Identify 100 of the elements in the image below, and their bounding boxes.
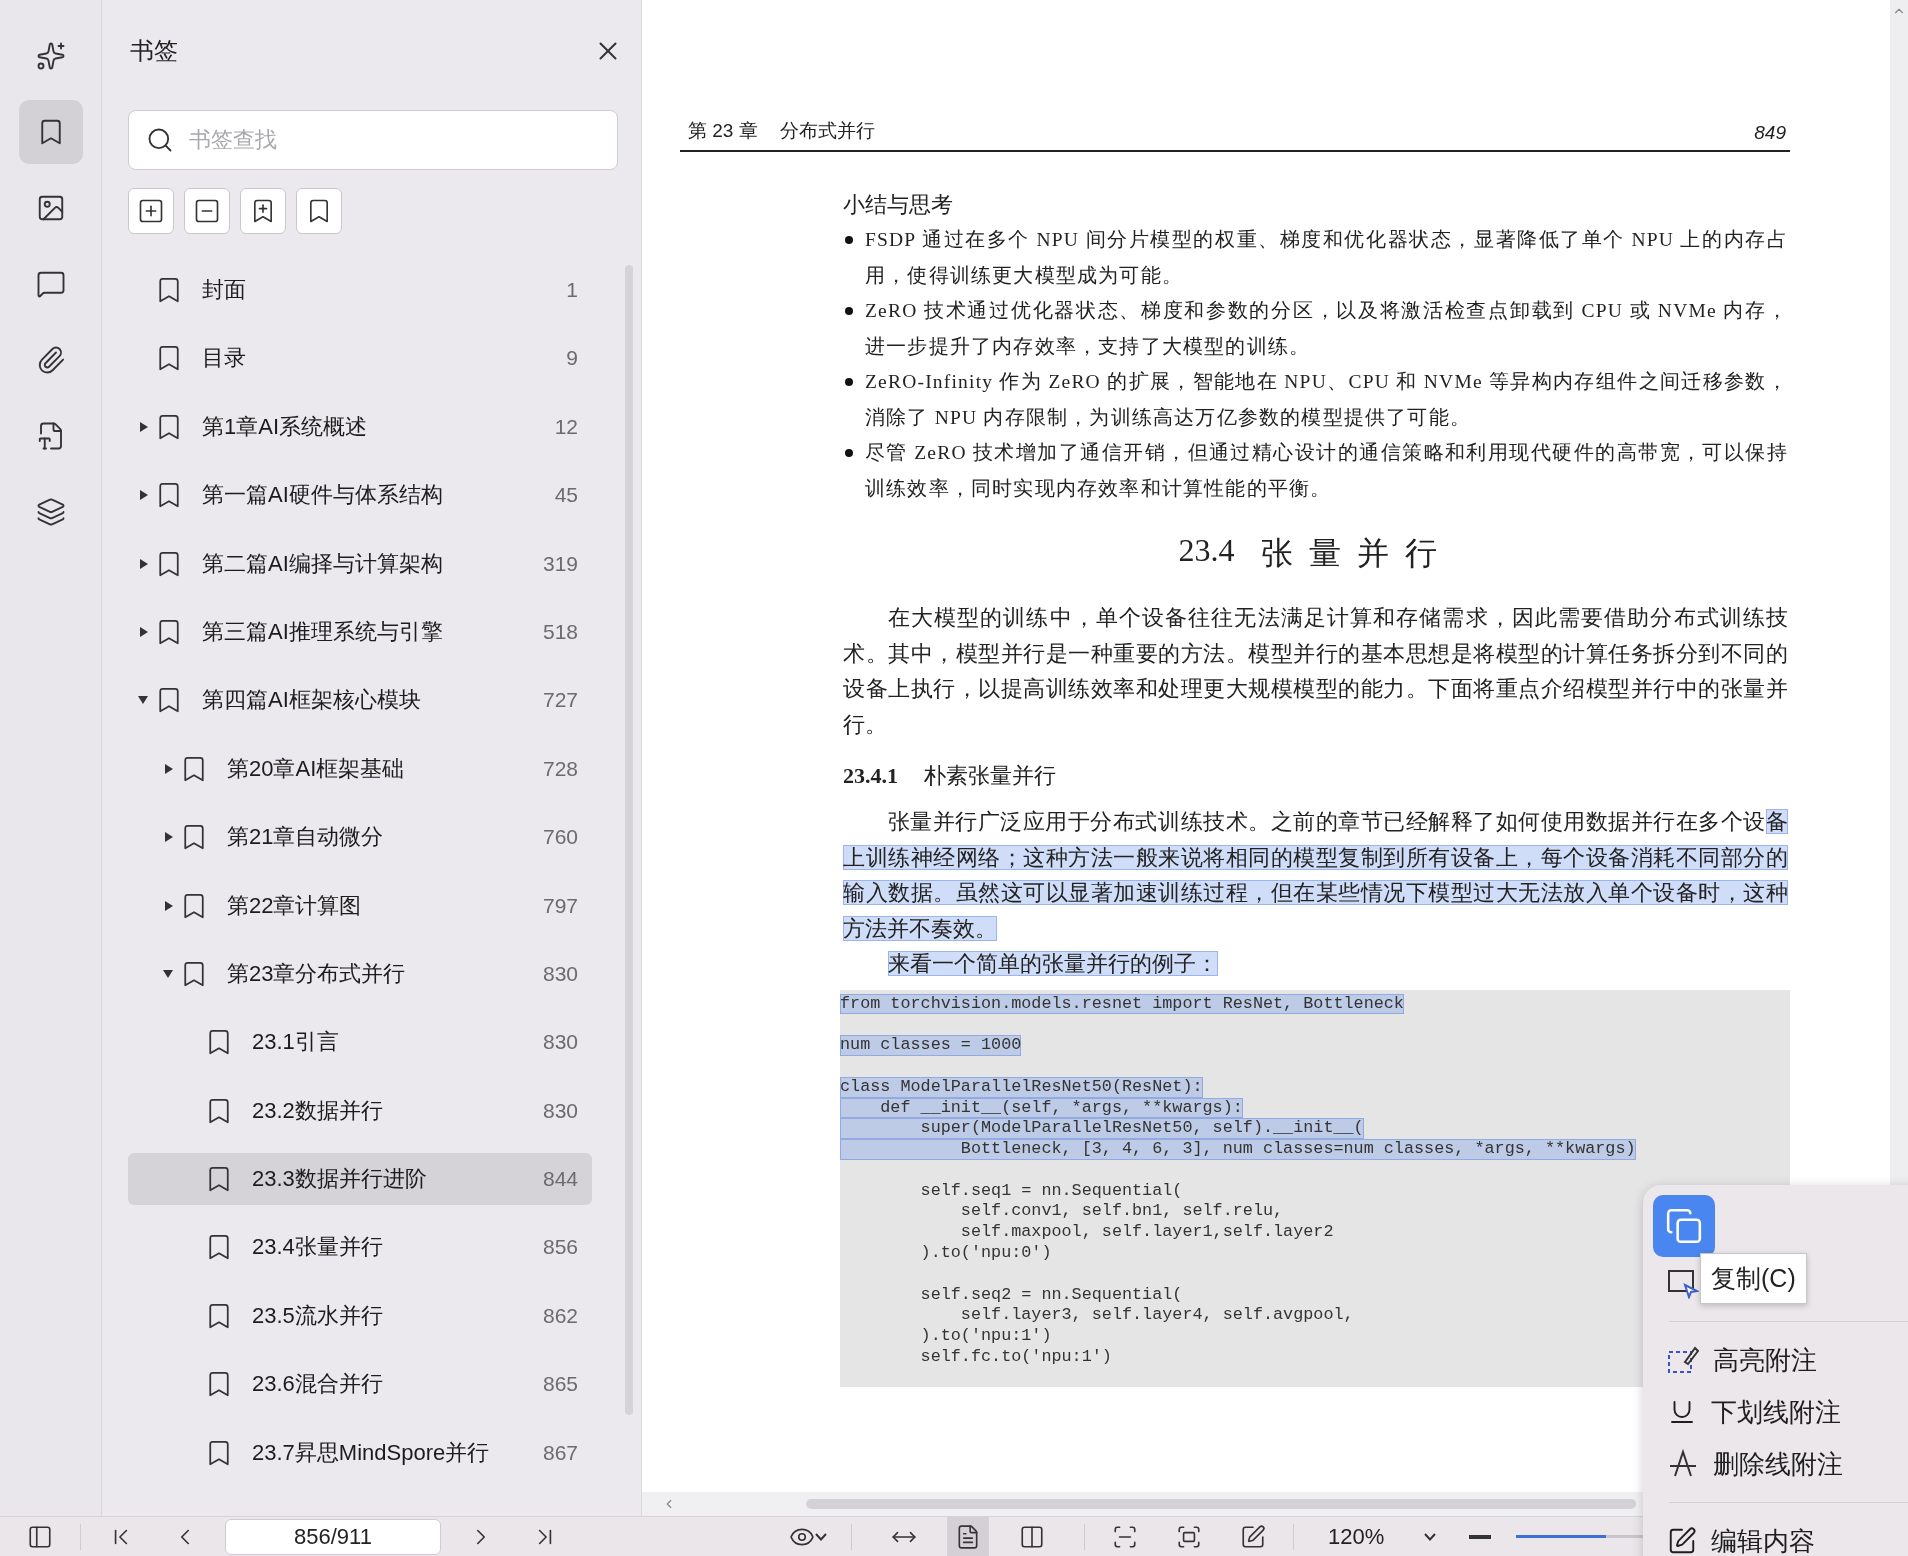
bullet-dot: [845, 236, 853, 244]
bookmark-item[interactable]: 第二篇AI编择与计算架构 319: [128, 537, 592, 590]
bullet-text: FSDP 通过在多个 NPU 间分片模型的权重、梯度和优化器状态，显著降低了单个 NPU 上的内存占用，使得训练更大模型成为可能。: [865, 228, 1788, 288]
select-icon: [1667, 1267, 1699, 1299]
sparkle-icon: [35, 41, 66, 71]
paragraph: 来看一个简单的张量并行的例子：: [886, 950, 1219, 978]
add-bookmark-button[interactable]: [240, 188, 286, 234]
bookmark-item[interactable]: 第21章自动微分 760: [128, 811, 592, 864]
collapse-all-icon: [193, 197, 221, 225]
bookmark-button[interactable]: [296, 188, 342, 234]
code-line: self.seq1 = nn.Sequential(: [919, 1180, 1183, 1202]
page-number: 844: [542, 1167, 578, 1192]
bookmark-label: 23.4张量并行: [252, 1233, 384, 1262]
paragraph: 在大模型的训练中，单个设备往往无法满足计算和存储需求，因此需要借助分布式训练技术。其中，模型并行是一种重要的方法。模型并行的基本思想是将模型的计算任务拆分到不同的设备上执行，以提高训练效率和处理更大规模模型的能力。下面将重点介绍模型并行中的张量并行。: [843, 604, 1788, 739]
bookmark-label: 23.2数据并行: [252, 1096, 384, 1125]
sidebar-icon: [27, 1523, 53, 1550]
page-number: 865: [542, 1372, 578, 1397]
running-header-title: 分布式并行: [779, 119, 876, 143]
expand-all-icon: [137, 197, 165, 225]
bookmark-item[interactable]: 23.5流水并行 862: [128, 1289, 592, 1342]
paragraph: 张量并行广泛应用于分布式训练技术。之前的章节已经解释了如何使用数据并行在多个设备上训练神经网络；这种方法一般来说将相同的模型复制到所有设备上，每个设备消耗不同部分的输入数据。虽然这可以显著加速训练过程，但在某些情况下模型过大无法放入单个设备时，这种方法并不奏效。: [843, 808, 1788, 943]
page-number: 45: [554, 483, 578, 508]
caret-icon: [1424, 1532, 1437, 1541]
subsection-number: 23.4.1: [843, 762, 898, 790]
expand-triangle-icon[interactable]: [165, 832, 173, 843]
bookmark-item[interactable]: 23.3数据并行进阶 844: [128, 1153, 592, 1206]
search-field[interactable]: 书签查找: [128, 110, 618, 170]
comment-icon: [35, 269, 66, 299]
copy-icon: [1665, 1207, 1703, 1245]
menu-item[interactable]: 高亮附注: [1653, 1334, 1908, 1386]
bookmark-item[interactable]: 23.7昇思MindSpore并行 867: [128, 1426, 592, 1479]
caret-icon: [815, 1532, 827, 1541]
page-number: 9: [566, 346, 578, 371]
edit-icon: [1667, 1526, 1697, 1556]
page-number: 797: [542, 893, 578, 918]
page-number: 830: [542, 961, 578, 986]
collapse-all-button[interactable]: [184, 188, 230, 234]
bookmark-label: 目录: [202, 344, 247, 373]
bookmark-item[interactable]: 第20章AI框架基础 728: [128, 742, 592, 795]
page-number: 727: [542, 688, 578, 713]
menu-item[interactable]: 删除线附注: [1653, 1438, 1908, 1490]
expand-triangle-icon[interactable]: [163, 969, 173, 978]
bookmark-item[interactable]: 第1章AI系统概述 12: [128, 400, 592, 453]
code-line: ).to('npu:0'): [919, 1242, 1052, 1264]
expand-triangle-icon[interactable]: [140, 626, 148, 637]
bullet-dot: [845, 307, 853, 315]
bookmark-item[interactable]: 23.4张量并行 856: [128, 1221, 592, 1274]
bookmark-label: 23.5流水并行: [252, 1301, 384, 1330]
bookmark-label: 23.7昇思MindSpore并行: [252, 1438, 491, 1467]
bullet-text: ZeRO-Infinity 作为 ZeRO 的扩展，智能地在 NPU、CPU 和 NVMe 等异构内存组件之间迁移参数，消除了 NPU 内存限制，为训练高达万亿参数的模型提供了可能。: [865, 370, 1788, 430]
bookmark-item[interactable]: 目录 9: [128, 332, 592, 385]
bookmarks-tab[interactable]: [18, 100, 83, 164]
bookmark-label: 第21章自动微分: [227, 823, 385, 852]
menu-item[interactable]: 下划线附注: [1653, 1386, 1908, 1438]
double-view-icon: [1019, 1523, 1045, 1550]
fullscreen-icon: [1176, 1523, 1202, 1550]
bookmark-item[interactable]: 23.6混合并行 865: [128, 1358, 592, 1411]
page-number: 849: [1754, 122, 1786, 144]
subsection-title: 朴素张量并行: [924, 762, 1056, 790]
bookmark-item[interactable]: 23.2数据并行 830: [128, 1084, 592, 1137]
code-line: self.maxpool, self.layer1,self.layer2: [959, 1222, 1334, 1243]
copy-button[interactable]: [1653, 1195, 1715, 1257]
bullet-dot: [845, 449, 853, 457]
code-line: self.seq2 = nn.Sequential(: [919, 1284, 1183, 1306]
section-number: 23.4: [1178, 532, 1235, 570]
running-header-chapter: 第 23 章: [688, 119, 758, 143]
zoom-level[interactable]: 120%: [1328, 1523, 1385, 1550]
page-field[interactable]: 856/911: [225, 1518, 441, 1555]
section-title: 张量并行: [1260, 534, 1453, 573]
scan-icon: [1112, 1523, 1138, 1550]
bookmark-label: 23.6混合并行: [252, 1370, 384, 1399]
expand-triangle-icon[interactable]: [140, 490, 148, 501]
bookmark-item[interactable]: 第四篇AI框架核心模块 727: [128, 674, 592, 727]
expand-triangle-icon[interactable]: [165, 763, 173, 774]
expand-triangle-icon[interactable]: [140, 558, 148, 569]
bookmark-item[interactable]: 23.1引言 830: [128, 1016, 592, 1069]
code-line: ).to('npu:1'): [919, 1325, 1052, 1347]
page-number: 1: [566, 278, 578, 302]
bookmark-item[interactable]: 第一篇AI硬件与体系结构 45: [128, 469, 592, 522]
tooltip: 复制(C): [1700, 1253, 1807, 1304]
bullet-text: 尽管 ZeRO 技术增加了通信开销，但通过精心设计的通信策略和利用现代硬件的高带宽，可以保持训练效率，同时实现内存效率和计算性能的平衡。: [865, 441, 1788, 501]
bookmark-item[interactable]: 第23章分布式并行 830: [128, 947, 592, 1000]
expand-triangle-icon[interactable]: [138, 696, 148, 705]
page-number: 830: [542, 1030, 578, 1055]
bookmark-label: 23.3数据并行进阶: [252, 1165, 428, 1194]
bookmark-item[interactable]: 第22章计算图 797: [128, 879, 592, 932]
menu-item[interactable]: 编辑内容: [1653, 1515, 1908, 1556]
bullet-dot: [845, 378, 853, 386]
single-view-button[interactable]: [947, 1516, 989, 1556]
bookmark-label: 第23章分布式并行: [227, 959, 407, 988]
bullet-text: ZeRO 技术通过优化器状态、梯度和参数的分区，以及将激活检查点卸载到 CPU 或 NVMe 内存，进一步提升了内存效率，支持了大模型的训练。: [865, 299, 1788, 359]
bookmark-item[interactable]: 封面 1: [128, 264, 592, 316]
bookmark-label: 第1章AI系统概述: [202, 412, 369, 441]
expand-triangle-icon[interactable]: [140, 421, 148, 432]
bookmark-label: 第四篇AI框架核心模块: [202, 686, 422, 715]
code-line: self.conv1, self.bn1, self.relu,: [959, 1201, 1284, 1223]
expand-all-button[interactable]: [128, 188, 174, 234]
bookmark-item[interactable]: 第三篇AI推理系统与引擎 518: [128, 605, 592, 658]
bookmark-label: 封面: [202, 276, 247, 304]
expand-triangle-icon[interactable]: [165, 900, 173, 911]
